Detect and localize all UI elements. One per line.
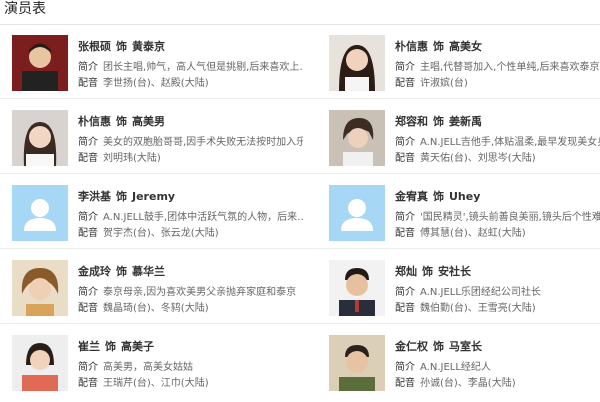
cast-card: 郑灿饰安社长 简介 A.N.JELL乐团经纪公司社长 配音 魏伯勤(台)、王雪亮(大… [0,250,600,324]
dub-text: 许淑嫔(台) [420,78,468,89]
role-name: 高美女 [449,40,482,53]
dub-line: 配音 黄天佑(台)、刘思岑(大陆) [395,153,536,164]
cast-name-line[interactable]: 郑灿饰安社长 [395,265,471,279]
as-label: 饰 [433,190,444,203]
dub-line: 配音 孙诚(台)、李晶(大陆) [395,378,516,389]
cast-card: 金宥真饰 Uhey 简介'国民精灵',镜头前善良美丽,镜头后个性难搞,… 配音傅其… [0,175,600,249]
intro-line: 简介 主唱,代替哥加入,个性单纯,后来喜欢泰京 [395,62,600,73]
intro-text: A.N.JELL吉他手,体贴温柔,最早发现美女身份 [420,137,600,148]
intro-line: 简介 A.N.JELL吉他手,体贴温柔,最早发现美女身份 [395,136,600,149]
actor-name: 朴信惠 [395,40,428,53]
actor-photo[interactable] [329,110,385,166]
as-label: 饰 [433,115,444,128]
actor-name: 金宥真 [395,190,428,203]
cast-name-line[interactable]: 郑容和饰姜新禹 [395,115,482,129]
intro-line: 简介 A.N.JELL经纪人 [395,362,491,373]
role-name: 安社长 [438,265,471,278]
actor-name: 金仁权 [395,340,428,353]
dub-text: 魏伯勤(台)、王雪亮(大陆) [420,303,536,314]
intro-text: 主唱,代替哥加入,个性单纯,后来喜欢泰京 [420,62,600,73]
cast-header: 演员表 [0,0,600,25]
cast-card: 郑容和饰姜新禹 简介 A.N.JELL吉他手,体贴温柔,最早发现美女身份 配音 黄天… [0,100,600,174]
dub-line: 配音 许淑嫔(台) [395,78,468,89]
actor-photo-placeholder[interactable] [329,185,385,241]
actor-name: 郑灿 [395,265,417,278]
dub-text: 傅其慧(台)、赵虹(大陆) [420,228,526,239]
cast-name-line[interactable]: 金宥真饰 Uhey [395,190,480,204]
role-name: Uhey [449,190,481,203]
role-name: 马室长 [449,340,482,353]
cast-name-line[interactable]: 金仁权饰马室长 [395,340,482,354]
actor-photo[interactable] [329,260,385,316]
actor-photo[interactable] [329,335,385,391]
section-title: 演员表 [4,1,46,17]
cast-card: 金仁权饰马室长 简介 A.N.JELL经纪人 配音 孙诚(台)、李晶(大陆) [0,325,600,399]
role-name: 姜新禹 [449,115,482,128]
actor-photo[interactable] [329,35,385,91]
intro-text: A.N.JELL乐团经纪公司社长 [420,287,541,298]
cast-name-line[interactable]: 朴信惠饰高美女 [395,40,482,54]
cast-grid: 张根硕饰黄泰京 简介 团长主唱,帅气，高人气但是挑剔,后来喜欢上… 配音 李世扬(台… [0,25,600,402]
dub-text: 孙诚(台)、李晶(大陆) [420,378,516,389]
intro-line: 简介'国民精灵',镜头前善良美丽,镜头后个性难搞,… [395,211,600,224]
row-divider [0,173,600,174]
as-label: 饰 [422,265,433,278]
dub-text: 黄天佑(台)、刘思岑(大陆) [420,153,536,164]
as-label: 饰 [433,40,444,53]
row-divider [0,248,600,249]
dub-line: 配音 魏伯勤(台)、王雪亮(大陆) [395,303,536,314]
intro-line: 简介 A.N.JELL乐团经纪公司社长 [395,287,541,298]
as-label: 饰 [433,340,444,353]
row-divider [0,323,600,324]
intro-text: '国民精灵',镜头前善良美丽,镜头后个性难搞,… [420,212,600,223]
dub-line: 配音 傅其慧(台)、赵虹(大陆) [395,228,526,239]
user-icon [329,185,385,241]
cast-card: 朴信惠饰高美女 简介 主唱,代替哥加入,个性单纯,后来喜欢泰京 配音 许淑嫔(台) [0,25,600,99]
actor-name: 郑容和 [395,115,428,128]
intro-text: A.N.JELL经纪人 [420,362,491,373]
row-divider [0,98,600,99]
